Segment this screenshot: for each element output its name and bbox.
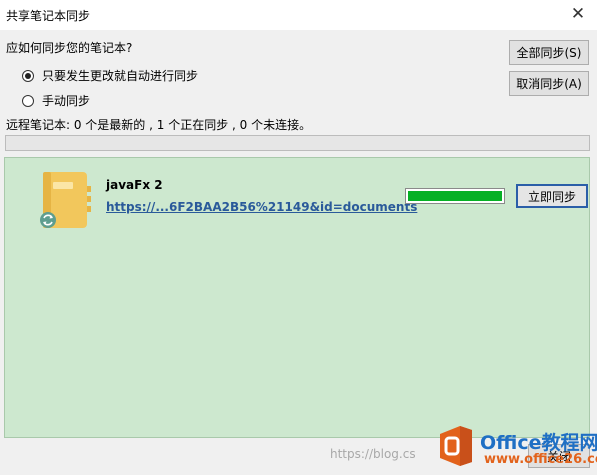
radio-button-checked[interactable] <box>22 69 34 82</box>
radio-button[interactable] <box>22 94 34 107</box>
notebook-sync-icon <box>39 172 95 232</box>
notebook-list: javaFx 2 https://...6F2BAA2B56%21149&id=… <box>4 157 590 438</box>
office-logo: Office教程网 www.office26.com <box>432 422 597 472</box>
logo-text: Office教程网 <box>480 432 597 454</box>
sync-question: 应如何同步您的笔记本? <box>6 41 133 55</box>
logo-url: www.office26.com <box>484 452 597 467</box>
radio-label-manual: 手动同步 <box>42 94 91 108</box>
watermark-text: https://blog.cs <box>330 447 416 461</box>
cancel-sync-button[interactable]: 取消同步(A) <box>509 71 589 96</box>
radio-auto-sync[interactable]: 只要发生更改就自动进行同步 <box>22 67 198 84</box>
title-bar: 共享笔记本同步 ✕ <box>0 0 597 30</box>
radio-manual-sync[interactable]: 手动同步 <box>22 92 90 109</box>
sync-now-button[interactable]: 立即同步 <box>516 184 588 208</box>
notebook-link[interactable]: https://...6F2BAA2B56%21149&id=documents <box>106 200 417 214</box>
window-title: 共享笔记本同步 <box>6 9 91 23</box>
office-logo-icon <box>436 424 476 468</box>
overall-progress-bar <box>5 135 590 151</box>
notebook-progress-fill <box>408 191 502 201</box>
notebook-progress-bar <box>405 188 505 204</box>
status-text: 远程笔记本: 0 个是最新的 , 1 个正在同步 , 0 个未连接。 <box>6 118 312 132</box>
sync-all-button[interactable]: 全部同步(S) <box>509 40 589 65</box>
radio-label-auto: 只要发生更改就自动进行同步 <box>42 69 199 83</box>
close-icon[interactable]: ✕ <box>565 2 591 26</box>
notebook-name: javaFx 2 <box>106 178 163 192</box>
